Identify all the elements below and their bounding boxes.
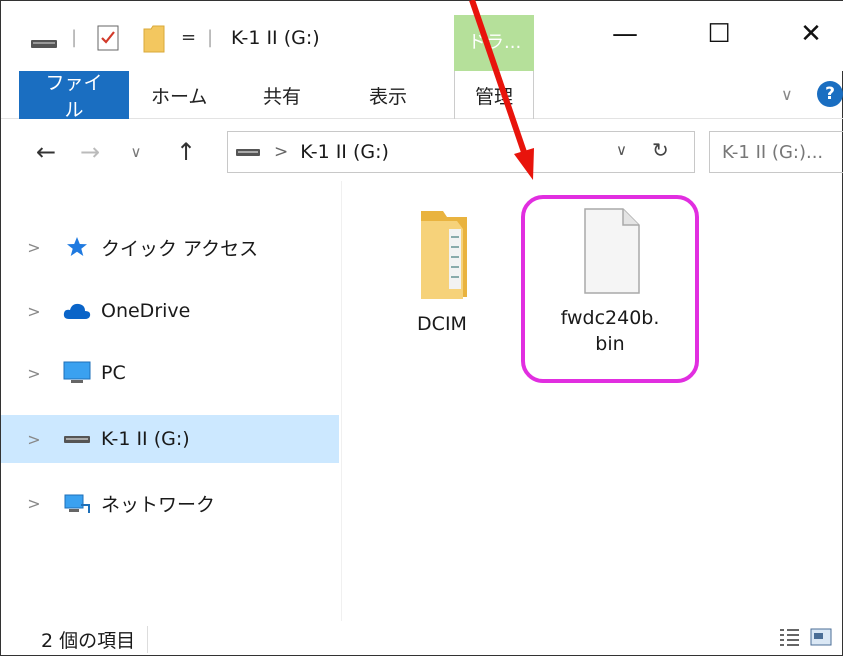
expand-chevron-icon[interactable]: > <box>19 494 49 513</box>
search-box[interactable]: K-1 II (G:)... <box>709 131 843 173</box>
star-icon <box>59 235 95 259</box>
title-bar: | = | K-1 II (G:) ドラ... — ☐ ✕ <box>1 1 843 71</box>
explorer-window: | = | K-1 II (G:) ドラ... — ☐ ✕ ファイル ホーム 共… <box>0 0 843 656</box>
highlight-box <box>521 195 699 383</box>
window-title: K-1 II (G:) <box>231 27 320 49</box>
new-folder-icon[interactable] <box>143 25 165 57</box>
up-button[interactable]: ↑ <box>169 131 203 173</box>
drive-icon <box>59 433 95 445</box>
help-icon[interactable]: ? <box>817 81 843 107</box>
address-bar[interactable]: > K-1 II (G:) ∨ ↻ <box>227 131 695 173</box>
drive-icon <box>31 35 57 54</box>
expand-chevron-icon[interactable]: > <box>19 238 49 257</box>
back-button[interactable]: ← <box>29 131 63 173</box>
folder-item[interactable]: DCIM <box>387 207 497 338</box>
sidebar-item-label: OneDrive <box>101 300 191 322</box>
navigation-bar: ← → ∨ ↑ > K-1 II (G:) ∨ ↻ K-1 II (G:)... <box>1 123 843 181</box>
item-count: 2 個の項目 <box>41 625 149 653</box>
cloud-icon <box>59 302 95 320</box>
monitor-icon <box>59 361 95 385</box>
sidebar-item-drive-g[interactable]: > K-1 II (G:) <box>1 415 339 463</box>
network-icon <box>59 491 95 515</box>
properties-icon[interactable] <box>97 25 119 55</box>
tab-home[interactable]: ホーム <box>151 71 207 119</box>
sidebar-item-label: クイック アクセス <box>101 237 259 260</box>
close-button[interactable]: ✕ <box>791 19 831 49</box>
expand-chevron-icon[interactable]: > <box>19 430 49 449</box>
sidebar-item-label: PC <box>101 362 126 384</box>
pane-divider <box>341 181 342 621</box>
refresh-icon[interactable]: ↻ <box>652 138 669 162</box>
sidebar-item-quick-access[interactable]: > クイック アクセス <box>1 223 339 271</box>
context-tab-drive-tools[interactable]: ドラ... <box>454 15 534 71</box>
tab-manage[interactable]: 管理 <box>454 71 534 119</box>
details-view-icon[interactable] <box>778 627 800 652</box>
recent-locations-button[interactable]: ∨ <box>119 131 153 173</box>
forward-button[interactable]: → <box>73 131 107 173</box>
sidebar-item-label: K-1 II (G:) <box>101 428 190 450</box>
expand-chevron-icon[interactable]: > <box>19 364 49 383</box>
status-bar: 2 個の項目 <box>1 621 843 656</box>
expand-chevron-icon[interactable]: > <box>19 302 49 321</box>
file-name: DCIM <box>417 313 467 335</box>
title-separator: | <box>71 27 78 48</box>
sidebar-item-onedrive[interactable]: > OneDrive <box>1 287 339 335</box>
address-dropdown-icon[interactable]: ∨ <box>616 141 627 159</box>
sidebar-item-network[interactable]: > ネットワーク <box>1 479 339 527</box>
tab-file[interactable]: ファイル <box>19 71 129 121</box>
maximize-button[interactable]: ☐ <box>699 19 739 49</box>
sidebar-item-pc[interactable]: > PC <box>1 349 339 397</box>
sidebar-item-label: ネットワーク <box>101 493 216 516</box>
minimize-button[interactable]: — <box>605 19 645 49</box>
context-tab-label: ドラ... <box>468 32 522 53</box>
tab-view[interactable]: 表示 <box>369 71 407 119</box>
help-glyph: ? <box>825 84 835 104</box>
quick-access-dropdown[interactable]: = <box>181 27 196 48</box>
title-separator: | <box>207 27 214 48</box>
path-segment[interactable]: K-1 II (G:) <box>300 141 389 163</box>
view-switcher <box>778 627 832 652</box>
path-separator[interactable]: > <box>274 142 288 162</box>
tab-share[interactable]: 共有 <box>263 71 301 119</box>
search-placeholder: K-1 II (G:)... <box>722 141 824 163</box>
ribbon-tabs: ファイル ホーム 共有 表示 管理 ∨ ? <box>1 71 843 121</box>
folder-icon <box>407 207 477 306</box>
drive-icon <box>236 146 260 158</box>
navigation-pane: > クイック アクセス > OneDrive > PC > K-1 II (G:… <box>1 197 341 617</box>
ribbon-collapse-icon[interactable]: ∨ <box>781 85 793 104</box>
large-icons-view-icon[interactable] <box>810 627 832 652</box>
